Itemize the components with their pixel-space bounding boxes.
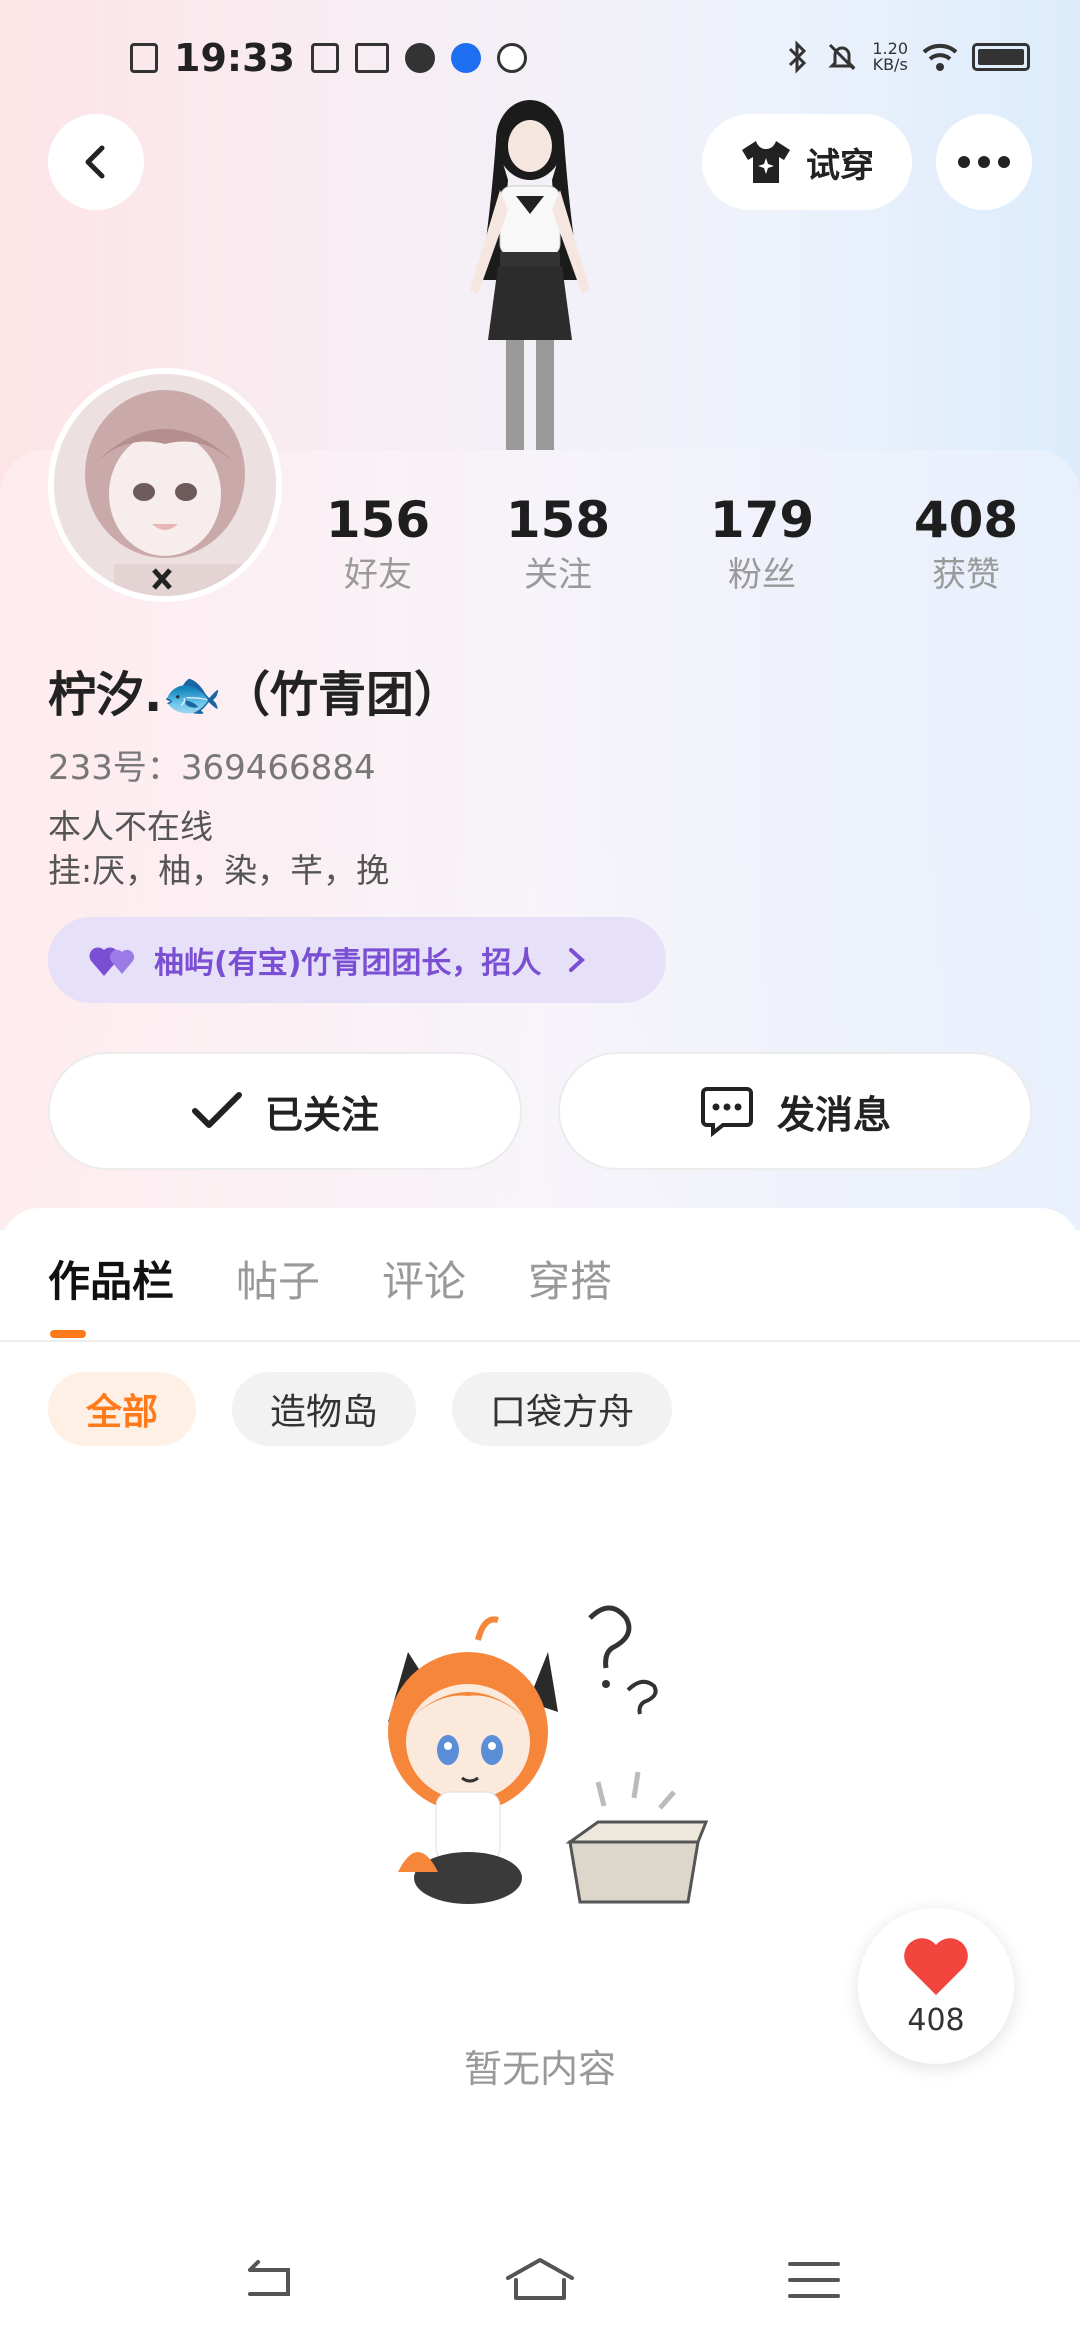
chip-all[interactable]: 全部 xyxy=(48,1372,197,1446)
heart-icon xyxy=(904,1937,968,1995)
content-section: 作品栏 帖子 评论 穿搭 全部 造物岛 口袋方舟 暂无内容 408 xyxy=(0,1208,1080,2340)
tshirt-icon xyxy=(742,141,790,183)
like-count: 408 xyxy=(907,2002,965,2038)
empty-state-illustration xyxy=(388,1605,709,1904)
stat-value: 156 xyxy=(325,491,431,549)
net-speed: 1.20 KB/s xyxy=(872,39,908,74)
tab-outfits[interactable]: 穿搭 xyxy=(528,1248,612,1309)
guild-text: 柚屿(有宝)竹青团团长，招人 xyxy=(154,946,542,981)
chip-creation-island[interactable]: 造物岛 xyxy=(232,1372,417,1446)
tab-works[interactable]: 作品栏 xyxy=(48,1248,174,1309)
tab-indicator xyxy=(50,1330,86,1338)
bio-line: 挂:厌，柚，染，芊，挽 xyxy=(48,851,390,890)
chip-pocket-ark[interactable]: 口袋方舟 xyxy=(452,1372,673,1446)
try-on-button[interactable]: 试穿 xyxy=(702,114,912,210)
mute-icon xyxy=(828,43,856,71)
back-arrow-icon xyxy=(85,145,105,179)
divider xyxy=(0,1340,1080,1342)
stat-value: 179 xyxy=(709,491,815,549)
avatar-image xyxy=(54,374,276,596)
back-button[interactable] xyxy=(48,114,144,210)
stat-label: 粉丝 xyxy=(728,555,796,595)
stat-label: 获赞 xyxy=(932,555,1000,595)
stat-fans[interactable]: 179 粉丝 xyxy=(682,490,842,600)
follow-button[interactable]: 已关注 xyxy=(48,1052,522,1170)
bio-line: 本人不在线 xyxy=(48,807,213,846)
check-icon xyxy=(191,1092,242,1128)
stat-label: 关注 xyxy=(524,555,592,595)
app-notification-icon xyxy=(450,43,481,73)
app-notification-icon xyxy=(404,43,435,73)
iqiyi-icon xyxy=(354,43,389,73)
filter-chips: 全部 造物岛 口袋方舟 xyxy=(48,1372,673,1446)
clipboard-icon xyxy=(310,43,339,73)
avatar-character-model[interactable] xyxy=(420,90,640,450)
more-dots-icon xyxy=(958,156,1010,168)
message-icon xyxy=(700,1087,753,1138)
nav-menu-icon[interactable] xyxy=(784,2250,844,2310)
message-label: 发消息 xyxy=(776,1092,891,1137)
stat-value: 408 xyxy=(913,491,1019,549)
battery-icon xyxy=(972,43,1030,71)
stat-friends[interactable]: 156 好友 xyxy=(298,490,458,600)
more-button[interactable] xyxy=(936,114,1032,210)
tab-comments[interactable]: 评论 xyxy=(382,1248,466,1309)
tab-posts[interactable]: 帖子 xyxy=(236,1248,320,1309)
profile-bio: 本人不在线 挂:厌，柚，染，芊，挽 xyxy=(48,805,389,893)
bluetooth-icon xyxy=(789,40,807,74)
profile-avatar[interactable] xyxy=(48,368,282,602)
double-heart-icon xyxy=(89,947,135,976)
tab-bar: 作品栏 帖子 评论 穿搭 xyxy=(48,1248,612,1309)
follow-label: 已关注 xyxy=(264,1092,379,1137)
message-button[interactable]: 发消息 xyxy=(558,1052,1032,1170)
stat-likes[interactable]: 408 获赞 xyxy=(886,490,1046,600)
try-on-label: 试穿 xyxy=(806,145,874,186)
system-nav-bar xyxy=(0,2230,1080,2340)
chevron-right-icon xyxy=(569,948,586,972)
stat-label: 好友 xyxy=(344,555,412,595)
wifi-icon xyxy=(922,43,958,71)
stat-following[interactable]: 158 关注 xyxy=(478,490,638,600)
stat-value: 158 xyxy=(505,491,611,549)
nav-home-icon[interactable] xyxy=(500,2250,580,2310)
sim-icon xyxy=(130,43,158,73)
guild-banner[interactable]: 柚屿(有宝)竹青团团长，招人 xyxy=(48,917,666,1003)
status-time: 19:33 xyxy=(174,36,295,80)
like-button[interactable]: 408 xyxy=(858,1908,1014,2064)
profile-uid[interactable]: 233号：369466884 xyxy=(48,740,376,789)
nav-back-icon[interactable] xyxy=(240,2250,300,2310)
app-notification-icon xyxy=(496,43,527,73)
profile-name: 柠汐.🐟（竹青团） xyxy=(48,667,463,723)
stats-row: 156 好友 158 关注 179 粉丝 408 获赞 xyxy=(300,490,1080,610)
